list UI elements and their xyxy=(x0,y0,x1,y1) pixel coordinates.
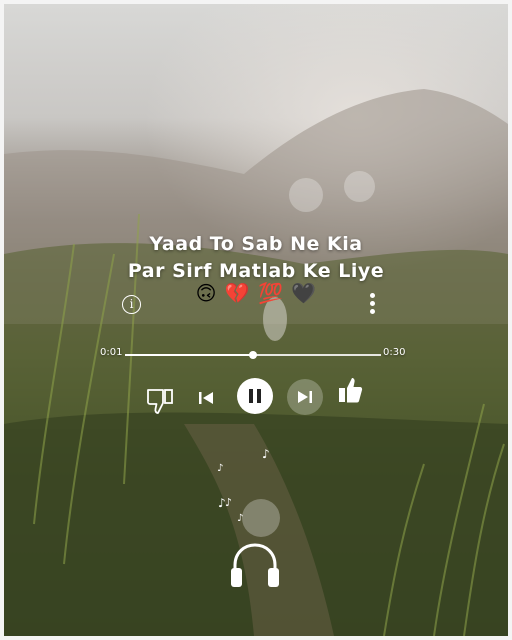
headphones-icon xyxy=(231,543,279,587)
more-vertical-icon[interactable] xyxy=(368,293,376,317)
skip-next-button[interactable] xyxy=(287,379,323,415)
lyric-line-2: Par Sirf Matlab Ke Liye xyxy=(127,260,385,282)
lyric-line-1: Yaad To Sab Ne Kia xyxy=(149,233,363,255)
bokeh-light xyxy=(289,178,323,212)
broken-heart-emoji: 💔 xyxy=(224,281,250,305)
progress-thumb[interactable] xyxy=(249,351,257,359)
hundred-points-emoji: 💯 xyxy=(258,281,284,305)
elapsed-time: 0:01 xyxy=(100,347,123,358)
upside-down-face-emoji: 🙃 xyxy=(195,281,217,305)
pause-button[interactable] xyxy=(237,378,273,414)
info-icon[interactable]: i xyxy=(122,295,141,314)
music-note-icon: ♪ xyxy=(225,496,233,509)
lyric-emojis: 🙃 💔 💯 🖤 xyxy=(0,281,512,305)
music-note-icon: ♪ xyxy=(237,513,244,524)
black-heart-emoji: 🖤 xyxy=(291,281,317,305)
skip-previous-icon[interactable] xyxy=(195,387,217,409)
total-time: 0:30 xyxy=(383,347,406,358)
thumbs-down-icon[interactable] xyxy=(145,386,175,416)
progress-fill xyxy=(125,354,253,356)
skip-next-icon xyxy=(298,391,312,403)
thumbs-up-icon[interactable] xyxy=(337,375,365,405)
music-note-icon: ♪ xyxy=(217,463,224,474)
music-note-icon: ♪ xyxy=(262,447,270,461)
progress-slider[interactable] xyxy=(125,351,381,359)
bokeh-light xyxy=(242,499,280,537)
bokeh-light xyxy=(344,171,375,202)
